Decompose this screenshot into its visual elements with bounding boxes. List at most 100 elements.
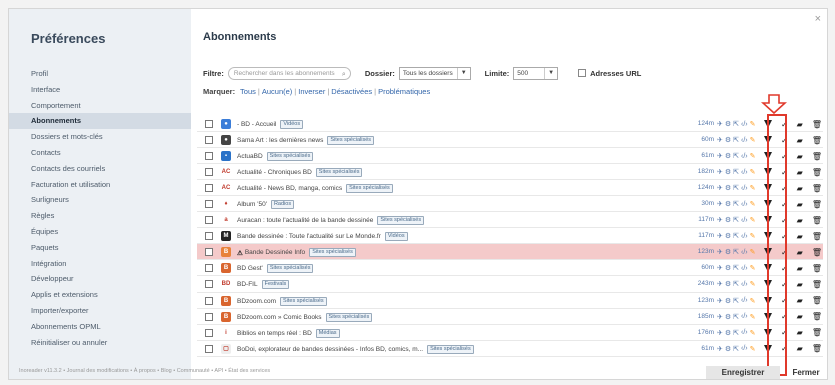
trash-icon[interactable]: 🗑 <box>812 152 822 161</box>
sidebar-item[interactable]: Dossiers et mots-clés <box>9 129 191 145</box>
sidebar-item[interactable]: Importer/exporter <box>9 303 191 319</box>
rocket-icon[interactable]: ✈ <box>717 297 723 305</box>
row-checkbox[interactable] <box>205 328 213 337</box>
table-row[interactable]: ▪ ActuaBD Sites spécialisés 61m ✈ ⚙ ⇱ ‹/› ✎ ✓ ▰ 🗑 <box>197 148 823 165</box>
folder-tag[interactable]: Vidéos <box>280 120 304 129</box>
trash-icon[interactable]: 🗑 <box>812 296 822 305</box>
pencil-icon[interactable]: ✎ <box>750 329 756 337</box>
mark-link[interactable]: Tous <box>240 87 256 96</box>
code-icon[interactable]: ‹/› <box>741 265 748 272</box>
pencil-icon[interactable]: ✎ <box>750 264 756 272</box>
sidebar-item[interactable]: Applis et extensions <box>9 287 191 303</box>
code-icon[interactable]: ‹/› <box>741 137 748 144</box>
pencil-icon[interactable]: ✎ <box>750 216 756 224</box>
code-icon[interactable]: ‹/› <box>741 153 748 160</box>
sidebar-item[interactable]: Réinitialiser ou annuler <box>9 335 191 351</box>
row-checkbox[interactable] <box>205 200 213 209</box>
folder-tag[interactable]: Sites spécialisés <box>266 152 314 162</box>
rocket-icon[interactable]: ✈ <box>717 168 723 176</box>
settings-icon[interactable]: ⚙ <box>725 297 731 305</box>
rocket-icon[interactable]: ✈ <box>717 280 723 288</box>
rocket-icon[interactable]: ✈ <box>717 200 723 208</box>
trash-icon[interactable]: 🗑 <box>812 312 822 321</box>
sidebar-item[interactable]: Intégration <box>9 256 191 272</box>
table-row[interactable]: B ⚠ Bande Dessinée Info Sites spécialisés 12… <box>197 244 823 261</box>
code-icon[interactable]: ‹/› <box>741 201 748 208</box>
folder-tag[interactable]: Sites spécialisés <box>427 344 474 354</box>
code-icon[interactable]: ‹/› <box>741 169 748 176</box>
folder-tag[interactable]: Festivals <box>261 280 290 290</box>
folder-tag[interactable]: Sites spécialisés <box>309 248 356 258</box>
code-icon[interactable]: ‹/› <box>741 217 748 224</box>
feed-title-cell[interactable]: Actualité - News BD, manga, comics Sites … <box>237 184 393 194</box>
settings-icon[interactable]: ⚙ <box>725 264 731 272</box>
table-row[interactable]: AC Actualité - Chroniques BD Sites spécial… <box>197 164 823 181</box>
pencil-icon[interactable]: ✎ <box>750 136 756 144</box>
pencil-icon[interactable]: ✎ <box>750 297 756 305</box>
feed-title-cell[interactable]: BD-FIL Festivals <box>237 280 290 290</box>
footer-links[interactable]: Inoreader v11.3.2 • Journal des modifica… <box>19 368 270 374</box>
sidebar-item[interactable]: Équipes <box>9 224 191 240</box>
code-icon[interactable]: ‹/› <box>741 345 748 352</box>
rocket-icon[interactable]: ✈ <box>717 184 723 192</box>
trash-icon[interactable]: 🗑 <box>812 184 822 193</box>
row-checkbox[interactable] <box>205 344 213 353</box>
sidebar-item[interactable]: Profil <box>9 66 191 82</box>
folder-tag[interactable]: Médias <box>315 328 340 338</box>
sidebar-item[interactable]: Paquets <box>9 240 191 256</box>
feed-title-cell[interactable]: BD Gest' Sites spécialisés <box>237 264 314 274</box>
move-icon[interactable]: ▰ <box>797 248 803 257</box>
code-icon[interactable]: ‹/› <box>741 185 748 192</box>
row-checkbox[interactable] <box>205 168 213 177</box>
row-checkbox[interactable] <box>205 136 213 145</box>
row-checkbox[interactable] <box>205 232 213 241</box>
table-row[interactable]: B BD Gest' Sites spécialisés 60m ✈ ⚙ ⇱ ‹/› ✎ ✓ ▰ 🗑 <box>197 260 823 277</box>
mark-link[interactable]: Aucun(e) <box>262 87 292 96</box>
row-checkbox[interactable] <box>205 280 213 289</box>
settings-icon[interactable]: ⚙ <box>725 280 731 288</box>
move-icon[interactable]: ▰ <box>797 264 803 273</box>
folder-tag[interactable]: Vidéos <box>384 232 408 242</box>
folder-tag[interactable]: Sites spécialisés <box>327 136 375 146</box>
table-row[interactable]: ♦ Album '50' Radios 30m ✈ ⚙ ⇱ ‹/› ✎ ✓ ▰ 🗑 <box>197 196 823 213</box>
rocket-icon[interactable]: ✈ <box>717 248 723 256</box>
mark-link[interactable]: Problématiques <box>378 87 430 96</box>
trash-icon[interactable]: 🗑 <box>812 264 822 273</box>
folder-tag[interactable]: Sites spécialisés <box>280 296 327 306</box>
rocket-icon[interactable]: ✈ <box>717 345 723 353</box>
feed-title-cell[interactable]: Actualité - Chroniques BD Sites spécialis… <box>237 168 363 178</box>
external-link-icon[interactable]: ⇱ <box>733 232 739 240</box>
feed-title-cell[interactable]: Auracan : toute l'actualité de la bande … <box>237 216 425 226</box>
save-button[interactable]: Enregistrer <box>706 366 780 379</box>
move-icon[interactable]: ▰ <box>797 280 803 289</box>
sidebar-item[interactable]: Règles <box>9 208 191 224</box>
settings-icon[interactable]: ⚙ <box>725 152 731 160</box>
trash-icon[interactable]: 🗑 <box>812 136 822 145</box>
code-icon[interactable]: ‹/› <box>741 297 748 304</box>
settings-icon[interactable]: ⚙ <box>725 120 731 128</box>
move-icon[interactable]: ▰ <box>797 136 803 145</box>
external-link-icon[interactable]: ⇱ <box>733 248 739 256</box>
move-icon[interactable]: ▰ <box>797 200 803 209</box>
sidebar-item[interactable]: Surligneurs <box>9 192 191 208</box>
code-icon[interactable]: ‹/› <box>741 329 748 336</box>
folder-tag[interactable]: Sites spécialisés <box>315 168 363 178</box>
sidebar-item[interactable]: Abonnements OPML <box>9 319 191 335</box>
feed-title-cell[interactable]: - BD - Accueil Vidéos <box>237 120 304 129</box>
sidebar-item[interactable]: Comportement <box>9 98 191 114</box>
settings-icon[interactable]: ⚙ <box>725 313 731 321</box>
external-link-icon[interactable]: ⇱ <box>733 345 739 353</box>
feed-title-cell[interactable]: ⚠ Bande Dessinée Info Sites spécialisés <box>237 248 356 258</box>
pencil-icon[interactable]: ✎ <box>750 168 756 176</box>
move-icon[interactable]: ▰ <box>797 296 803 305</box>
table-row[interactable]: ▢ BoDoi, explorateur de bandes dessinées … <box>197 341 823 357</box>
trash-icon[interactable]: 🗑 <box>812 200 822 209</box>
table-row[interactable]: BD BD-FIL Festivals 243m ✈ ⚙ ⇱ ‹/› ✎ ✓ ▰ 🗑 <box>197 276 823 293</box>
sidebar-item[interactable]: Abonnements <box>9 113 191 130</box>
sidebar-item[interactable]: Contacts des courriels <box>9 161 191 177</box>
settings-icon[interactable]: ⚙ <box>725 184 731 192</box>
sidebar-item[interactable]: Interface <box>9 82 191 98</box>
mark-link[interactable]: Inverser <box>298 87 325 96</box>
table-row[interactable]: a Auracan : toute l'actualité de la bande… <box>197 212 823 229</box>
search-input[interactable]: Rechercher dans les abonnements ⌕ <box>227 66 351 80</box>
